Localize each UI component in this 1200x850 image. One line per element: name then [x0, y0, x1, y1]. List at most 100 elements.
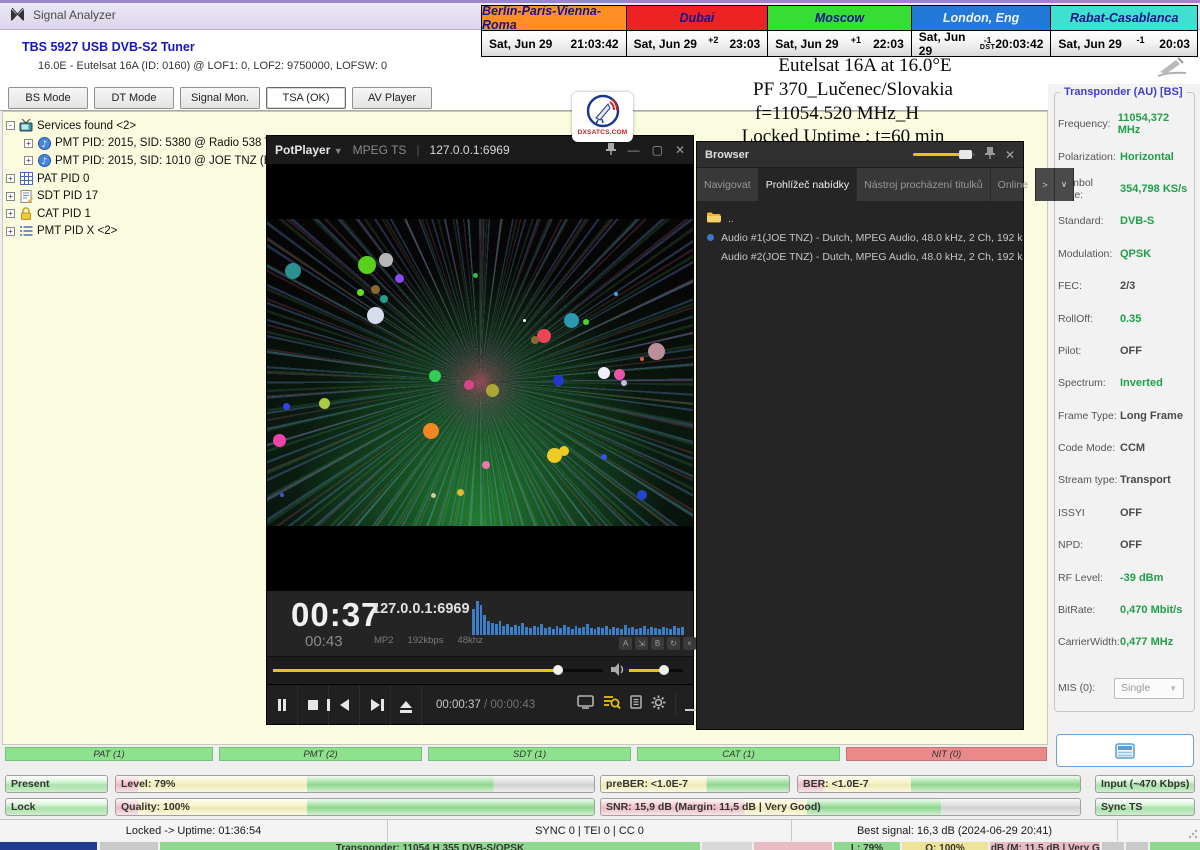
browser-tab-scroll-1[interactable]: ∨: [1055, 168, 1074, 201]
screen-cast-icon[interactable]: [577, 695, 594, 714]
close-icon[interactable]: ✕: [1005, 148, 1015, 162]
browser-tab-n-stroj-proch-zen-titulk-[interactable]: Nástroj procházení titulků: [857, 168, 990, 201]
spectrum-bar: [506, 624, 509, 635]
browser-titlebar[interactable]: Browser ✕: [697, 142, 1023, 167]
browser-tab-online[interactable]: Online: [991, 168, 1036, 201]
list-icon: [19, 225, 33, 238]
pause-button[interactable]: [267, 685, 298, 725]
table-icon: [19, 172, 33, 185]
transponder-row-label: Modulation:: [1058, 248, 1120, 260]
dxsatcs-logo-text: DXSATCS.COM: [578, 129, 628, 136]
browser-tab-navigovat[interactable]: Navigovat: [697, 168, 759, 201]
volume-bar[interactable]: [629, 669, 683, 672]
pin-icon[interactable]: [606, 143, 616, 158]
transponder-row: Frequency:11054,372 MHz: [1058, 108, 1192, 140]
sliver-segment: Q: 100%: [902, 842, 988, 850]
clock-date: Sat, Jun 29: [489, 37, 552, 51]
tree-expander[interactable]: +: [24, 139, 33, 148]
player-controls: 00:00:37 / 00:00:43: [267, 684, 693, 724]
viz-dot: [637, 490, 647, 500]
world-clocks-panel: Berlin-Paris-Vienna-RomaSat, Jun 2921:03…: [481, 5, 1198, 57]
ab-button-3[interactable]: ↻: [667, 637, 680, 650]
audio-service-icon: ♪: [37, 154, 51, 167]
browser-tab-prohl-e-nab-dky[interactable]: Prohlížeč nabídky: [759, 168, 857, 201]
opacity-slider[interactable]: [913, 153, 975, 156]
spectrum-bar: [521, 623, 524, 635]
browser-list-item[interactable]: Audio #2(JOE TNZ) - Dutch, MPEG Audio, 4…: [697, 247, 1023, 266]
playlist-icon[interactable]: [630, 695, 642, 714]
tab-bs-mode[interactable]: BS Mode: [8, 87, 88, 109]
browser-tab-scroll-0[interactable]: >: [1036, 168, 1055, 201]
stream-url: 127.0.0.1:6969: [430, 143, 510, 157]
tree-item[interactable]: - Services found <2>: [6, 117, 646, 135]
transponder-row-value: 2/3: [1120, 280, 1135, 292]
tab-tsa-ok-[interactable]: TSA (OK): [266, 87, 346, 109]
spectrum-bar: [609, 629, 612, 635]
tree-expander[interactable]: +: [6, 192, 15, 201]
table-bar-pmt: PMT (2): [219, 747, 422, 761]
potplayer-menu[interactable]: PotPlayer: [275, 143, 330, 157]
spectrum-bar: [495, 624, 498, 635]
tree-expander[interactable]: -: [6, 121, 15, 130]
ab-button-1[interactable]: ⇲: [635, 637, 648, 650]
spectrum-bar: [510, 627, 513, 635]
sliver-segment: [100, 842, 158, 850]
close-icon[interactable]: ✕: [675, 143, 685, 157]
transponder-row: FEC:2/3: [1058, 270, 1192, 302]
spectrum-bar: [624, 625, 627, 635]
minimize-icon[interactable]: —: [628, 143, 640, 157]
settings-gear-icon[interactable]: [651, 695, 666, 715]
titlebar-divider: |: [416, 143, 419, 157]
list-item-up[interactable]: ..: [697, 209, 1023, 228]
viz-dot: [598, 367, 610, 379]
opacity-slider-knob[interactable]: [959, 150, 972, 159]
spectrum-bar: [605, 626, 608, 635]
video-area[interactable]: [267, 164, 693, 591]
transponder-row-label: Frame Type:: [1058, 410, 1120, 422]
spectrum-bar: [571, 629, 574, 635]
tab-av-player[interactable]: AV Player: [352, 87, 432, 109]
viz-dot: [473, 273, 478, 278]
transponder-row-value: 11054,372 MHz: [1118, 112, 1192, 136]
viz-dot: [559, 446, 569, 456]
tree-expander[interactable]: +: [6, 174, 15, 183]
stream-capture-button[interactable]: [1056, 734, 1194, 767]
clock-city-name: Dubai: [627, 6, 768, 31]
tree-item-label: Services found <2>: [37, 120, 136, 132]
ab-button-4[interactable]: ×: [683, 637, 696, 650]
browser-list-item[interactable]: Audio #1(JOE TNZ) - Dutch, MPEG Audio, 4…: [697, 228, 1023, 247]
transponder-row-label: Stream type:: [1058, 474, 1120, 486]
spectrum-bar: [647, 629, 650, 635]
mis-select[interactable]: Single ▼: [1114, 678, 1184, 699]
clock-city-name: London, Eng: [912, 6, 1051, 31]
spectrum-bar: [628, 628, 631, 635]
tab-dt-mode[interactable]: DT Mode: [94, 87, 174, 109]
ab-button-2[interactable]: B: [651, 637, 664, 650]
clock-time-value: 22:03: [873, 37, 904, 51]
search-playlist-icon[interactable]: [603, 695, 621, 715]
tree-expander[interactable]: +: [6, 227, 15, 236]
transponder-row-value: 0,470 Mbit/s: [1120, 604, 1182, 616]
stop-button[interactable]: [298, 685, 329, 725]
spectrum-bar: [476, 601, 479, 635]
tree-expander[interactable]: +: [6, 209, 15, 218]
next-button[interactable]: [360, 685, 391, 725]
volume-icon[interactable]: [611, 663, 625, 681]
transponder-row-value: CCM: [1120, 442, 1145, 454]
resize-grip[interactable]: [1188, 829, 1198, 839]
seek-knob[interactable]: [553, 665, 563, 675]
maximize-icon[interactable]: ▢: [652, 143, 663, 157]
previous-button[interactable]: [329, 685, 360, 725]
tab-signal-mon-[interactable]: Signal Mon.: [180, 87, 260, 109]
status-bar: Locked -> Uptime: 01:36:54 SYNC 0 | TEI …: [0, 819, 1200, 841]
browser-item-label: Audio #2(JOE TNZ) - Dutch, MPEG Audio, 4…: [721, 251, 1023, 263]
volume-knob[interactable]: [659, 665, 669, 675]
transponder-row-value: Long Frame: [1120, 410, 1183, 422]
eject-button[interactable]: [391, 685, 422, 725]
seek-bar[interactable]: [273, 669, 603, 672]
tree-expander[interactable]: +: [24, 156, 33, 165]
pin-icon[interactable]: [985, 146, 995, 164]
spectrum-bar: [529, 628, 532, 635]
viz-dot: [357, 289, 364, 296]
ab-button-0[interactable]: A: [619, 637, 632, 650]
